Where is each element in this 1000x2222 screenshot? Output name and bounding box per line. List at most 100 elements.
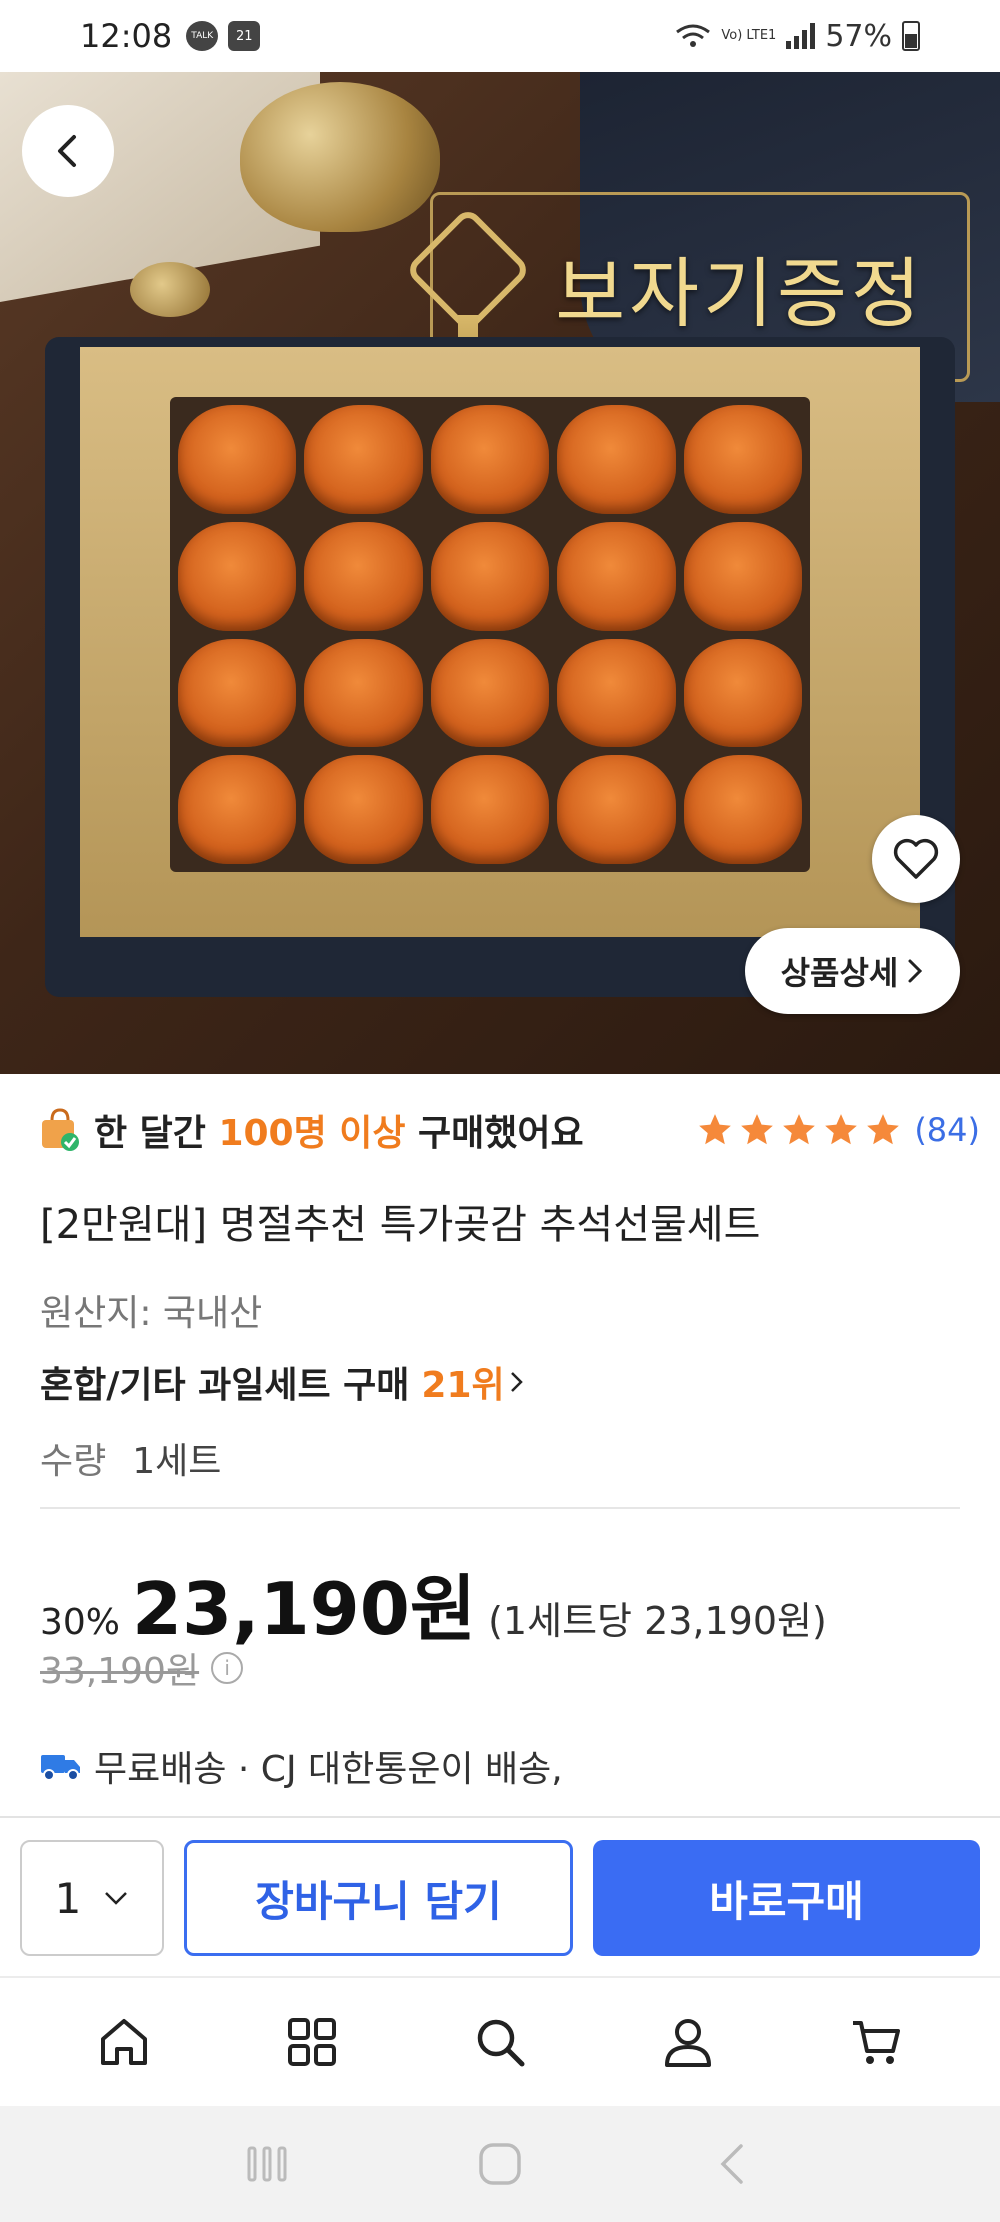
truck-icon <box>41 1755 80 1781</box>
star-icon <box>825 1114 858 1145</box>
recent-apps-button[interactable] <box>237 2134 297 2194</box>
quantity-select-value: 1 <box>54 1873 82 1923</box>
gift-banner-text: 보자기증정 <box>555 249 925 338</box>
sale-price: 23,190원 <box>132 1567 477 1651</box>
back-system-button[interactable] <box>703 2134 763 2194</box>
info-icon[interactable]: i <box>211 1652 244 1684</box>
cart-icon <box>853 2021 900 2064</box>
search-icon <box>477 2019 525 2067</box>
quantity-info: 수량 1세트 <box>40 1432 221 1484</box>
quantity-label: 수량 <box>40 1441 107 1482</box>
persimmon <box>178 755 297 864</box>
buy-now-button[interactable]: 바로구매 <box>593 1840 980 1956</box>
divider <box>40 1507 960 1509</box>
price-row: 30% 23,190원 (1세트당 23,190원) <box>40 1550 827 1655</box>
persimmon <box>178 405 297 514</box>
product-title: [2만원대] 명절추천 특가곶감 추석선물세트 <box>40 1202 761 1248</box>
star-icon <box>783 1114 816 1145</box>
shopping-bag-check-icon <box>42 1108 79 1151</box>
persimmon <box>304 521 423 631</box>
tab-categories[interactable] <box>262 1992 362 2092</box>
chevron-left-icon <box>58 135 76 167</box>
star-icon <box>699 1114 732 1145</box>
unit-price: (1세트당 23,190원) <box>488 1599 827 1643</box>
rank-value: 21위 <box>421 1365 505 1406</box>
calendar-notification-icon: 21 <box>228 21 261 51</box>
back-arrow-icon <box>720 2144 744 2184</box>
chevron-right-icon <box>510 1372 523 1392</box>
persimmon <box>178 638 297 748</box>
battery-icon <box>902 21 920 51</box>
review-count[interactable]: (84) <box>914 1111 980 1149</box>
persimmon <box>430 405 550 514</box>
original-price-row: 33,190원 i <box>40 1642 244 1694</box>
shipping-text: 무료배송 · CJ 대한통운이 배송, <box>94 1749 563 1790</box>
social-proof-highlight: 100명 이상 <box>218 1113 406 1154</box>
persimmon <box>683 638 802 748</box>
rank-label: 혼합/기타 과일세트 구매 <box>40 1365 410 1406</box>
signal-icon <box>786 23 816 49</box>
social-proof-suffix: 구매했어요 <box>418 1113 584 1154</box>
chevron-right-icon <box>908 959 923 983</box>
persimmon <box>430 755 550 864</box>
persimmon <box>304 405 423 514</box>
social-proof-text: 한 달간 100명 이상 구매했어요 <box>94 1104 584 1156</box>
status-time: 12:08 <box>80 17 173 55</box>
grid-icon <box>288 2018 336 2066</box>
purchase-action-bar: 1 장바구니 담기 바로구매 <box>0 1816 1000 1976</box>
persimmon-tray <box>170 397 810 872</box>
home-icon <box>101 2019 147 2065</box>
rating[interactable]: (84) <box>696 1111 980 1149</box>
lte-indicator: Vo) LTE1 <box>721 28 777 43</box>
persimmon <box>430 638 550 748</box>
add-to-cart-button[interactable]: 장바구니 담기 <box>184 1840 573 1956</box>
tab-search[interactable] <box>450 1992 550 2092</box>
star-icon <box>741 1114 774 1145</box>
notification-icons: TALK 21 <box>186 21 261 51</box>
tab-home[interactable] <box>74 1992 174 2092</box>
persimmon <box>557 521 676 631</box>
persimmon <box>683 405 802 514</box>
brass-spoon-decoration <box>130 262 210 317</box>
star-rating <box>696 1111 902 1149</box>
user-icon <box>665 2019 711 2067</box>
persimmon <box>683 521 802 631</box>
category-rank[interactable]: 혼합/기타 과일세트 구매 21위 <box>40 1356 525 1408</box>
persimmon <box>557 755 676 864</box>
battery-percent: 57% <box>825 18 892 54</box>
status-bar: 12:08 TALK 21 Vo) LTE1 57% <box>0 0 1000 72</box>
product-image[interactable]: 보자기증정 <box>0 72 1000 1074</box>
social-proof-row: 한 달간 100명 이상 구매했어요 (84) <box>40 1104 980 1156</box>
product-detail-button[interactable]: 상품상세 <box>745 928 960 1014</box>
brass-pot-decoration <box>240 82 440 232</box>
home-system-button[interactable] <box>470 2134 530 2194</box>
product-origin: 원산지: 국내산 <box>40 1293 263 1334</box>
chevron-down-icon <box>105 1892 128 1905</box>
quantity-select[interactable]: 1 <box>20 1840 164 1956</box>
social-proof-prefix: 한 달간 <box>94 1113 206 1154</box>
home-square-icon <box>479 2143 521 2185</box>
persimmon <box>557 405 676 514</box>
favorite-button[interactable] <box>872 815 960 903</box>
shipping-row: 무료배송 · CJ 대한통운이 배송, <box>40 1740 563 1792</box>
recent-apps-icon <box>247 2146 287 2182</box>
persimmon <box>683 755 802 864</box>
tab-my-page[interactable] <box>638 1992 738 2092</box>
wifi-icon <box>676 24 711 47</box>
bottom-tab-bar <box>0 1976 1000 2106</box>
back-button[interactable] <box>22 105 114 197</box>
persimmon <box>178 521 297 631</box>
persimmon <box>557 638 676 748</box>
star-icon <box>867 1114 900 1145</box>
persimmon <box>304 755 423 864</box>
original-price: 33,190원 <box>40 1651 200 1692</box>
tab-cart[interactable] <box>826 1992 926 2092</box>
system-navigation-bar <box>0 2106 1000 2222</box>
persimmon <box>430 521 550 631</box>
discount-rate: 30% <box>40 1602 121 1643</box>
persimmon <box>304 638 423 748</box>
quantity-value: 1세트 <box>132 1441 222 1482</box>
product-detail-label: 상품상세 <box>780 954 899 992</box>
status-right: Vo) LTE1 57% <box>675 19 920 54</box>
talk-notification-icon: TALK <box>186 21 219 51</box>
